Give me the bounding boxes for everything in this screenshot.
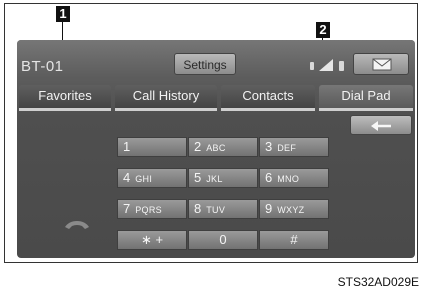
key-5-number: 5: [194, 170, 202, 185]
key-5[interactable]: 5 JKL: [188, 168, 258, 188]
key-7-letters: PQRS: [135, 205, 162, 215]
key-2-number: 2: [194, 139, 202, 154]
tab-contacts[interactable]: Contacts: [221, 85, 315, 111]
backspace-button[interactable]: [350, 115, 412, 135]
key-3-letters: DEF: [277, 143, 297, 153]
status-icons: [310, 59, 344, 71]
key-3[interactable]: 3 DEF: [259, 137, 329, 157]
settings-button[interactable]: Settings: [174, 53, 236, 75]
callout-1: 1: [56, 6, 70, 22]
phone-handset-icon: [65, 221, 89, 229]
key-4[interactable]: 4 GHI: [117, 168, 187, 188]
tab-dial-pad[interactable]: Dial Pad: [319, 85, 413, 111]
key-9-letters: WXYZ: [277, 205, 305, 215]
battery-icon: [339, 61, 344, 71]
key-0-number: 0: [219, 232, 227, 247]
key-3-number: 3: [265, 139, 273, 154]
status-bar: BT-01 Settings: [17, 40, 415, 78]
key-1[interactable]: 1: [117, 137, 187, 157]
key-1-number: 1: [123, 139, 131, 154]
dial-pad: 1 2 ABC 3 DEF 4 GHI 5 JKL 6 MNO 7 PQRS 8 TUV 9W…: [117, 137, 329, 258]
connected-device-name: BT-01: [21, 58, 64, 75]
key-4-number: 4: [123, 170, 131, 185]
key-6[interactable]: 6 MNO: [259, 168, 329, 188]
bluetooth-icon: [310, 62, 314, 70]
key-7[interactable]: 7 PQRS: [117, 199, 187, 219]
key-4-letters: GHI: [135, 174, 153, 184]
key-hash-label: #: [290, 232, 298, 247]
key-2-letters: ABC: [206, 143, 226, 153]
message-button[interactable]: [353, 53, 409, 75]
key-7-number: 7: [123, 201, 131, 216]
tab-favorites[interactable]: Favorites: [19, 85, 111, 111]
key-8-letters: TUV: [206, 205, 226, 215]
key-star-plus[interactable]: ∗ +: [117, 230, 187, 250]
key-8[interactable]: 8 TUV: [188, 199, 258, 219]
callout-2: 2: [316, 22, 330, 38]
call-button[interactable]: [39, 209, 117, 239]
backspace-arrow-icon: [371, 121, 391, 131]
tab-call-history[interactable]: Call History: [115, 85, 217, 111]
figure-caption: STS32AD029E: [337, 275, 419, 289]
signal-strength-icon: [319, 59, 333, 71]
key-5-letters: JKL: [206, 174, 223, 184]
key-hash[interactable]: #: [259, 230, 329, 250]
key-6-letters: MNO: [277, 174, 300, 184]
phone-screen: BT-01 Settings Favorites Call History Co…: [17, 40, 415, 258]
tab-bar: Favorites Call History Contacts Dial Pad: [17, 85, 415, 111]
key-8-number: 8: [194, 201, 202, 216]
key-2[interactable]: 2 ABC: [188, 137, 258, 157]
key-9[interactable]: 9 WXYZ: [259, 199, 329, 219]
mail-icon: [372, 58, 392, 71]
key-9-number: 9: [265, 201, 273, 216]
key-star-plus-label: ∗ +: [140, 232, 164, 247]
key-6-number: 6: [265, 170, 273, 185]
key-0[interactable]: 0: [188, 230, 258, 250]
